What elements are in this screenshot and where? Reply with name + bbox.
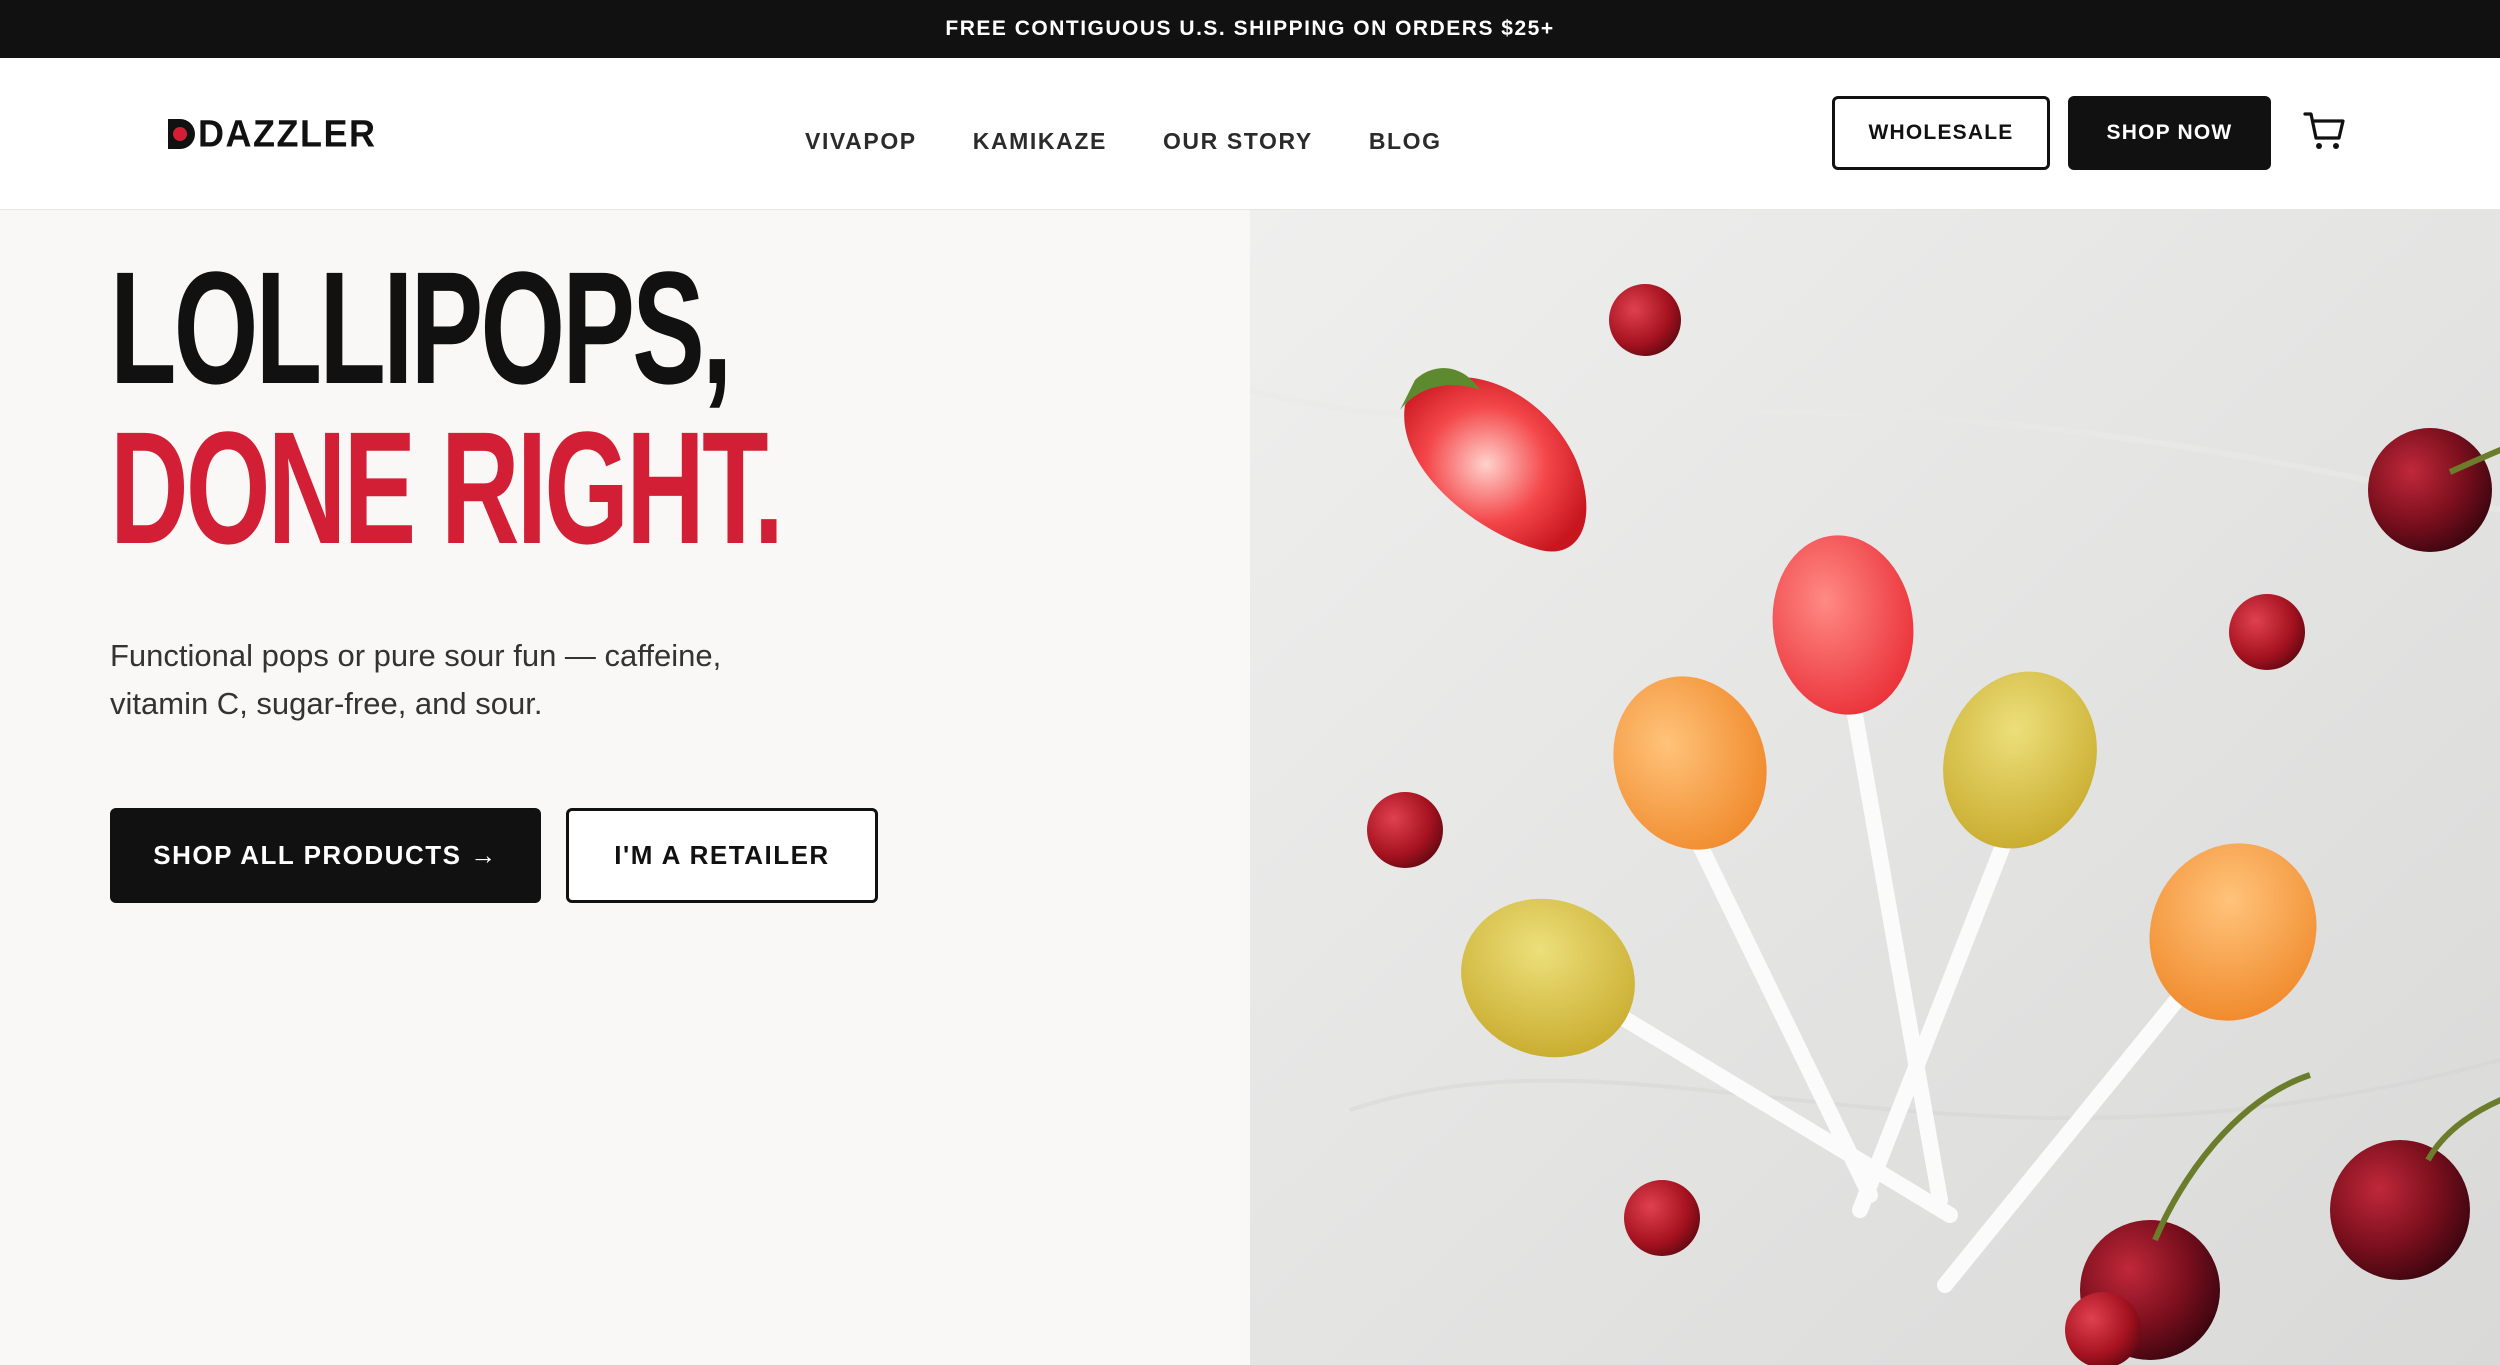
announcement-text: FREE CONTIGUOUS U.S. SHIPPING ON ORDERS … — [945, 17, 1555, 40]
main-nav: VIVAPOP KAMIKAZE OUR STORY BLOG — [805, 116, 1442, 166]
nav-item-vivapop[interactable]: VIVAPOP — [805, 128, 917, 155]
nav-item-kamikaze[interactable]: KAMIKAZE — [973, 128, 1107, 155]
cart-icon[interactable] — [2302, 108, 2348, 154]
hero-headline-line1: LOLLIPOPS, — [110, 238, 732, 417]
brand-name: DAZZLER — [198, 111, 377, 155]
nav-item-blog[interactable]: BLOG — [1369, 128, 1442, 155]
lollipop-fruit-illustration — [1250, 210, 2500, 1365]
brand-logo[interactable]: DAZZLER — [166, 109, 376, 159]
hero-product-photo — [1250, 210, 2500, 1365]
hero-headline-line2: DONE RIGHT. — [110, 398, 784, 577]
nav-item-our-story[interactable]: OUR STORY — [1163, 128, 1313, 155]
shop-all-products-button[interactable]: SHOP ALL PRODUCTS → — [110, 808, 541, 903]
wholesale-button[interactable]: WHOLESALE — [1832, 96, 2050, 170]
retailer-button[interactable]: I'M A RETAILER — [566, 808, 878, 903]
hero-subtext: Functional pops or pure sour fun — caffe… — [110, 638, 722, 721]
hero-headline: LOLLIPOPS, DONE RIGHT. — [110, 248, 1097, 568]
announcement-bar: FREE CONTIGUOUS U.S. SHIPPING ON ORDERS … — [0, 0, 2500, 58]
logo-d-icon — [168, 119, 195, 149]
shop-now-button[interactable]: SHOP NOW — [2068, 96, 2271, 170]
site-header: DAZZLER VIVAPOP KAMIKAZE OUR STORY BLOG … — [0, 58, 2500, 210]
